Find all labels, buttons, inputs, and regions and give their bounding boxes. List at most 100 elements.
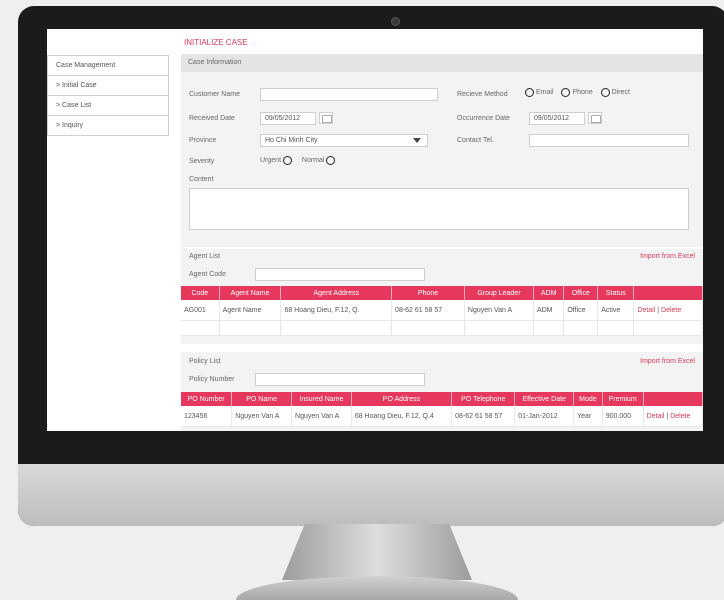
severity-group: Urgent Normal (260, 156, 343, 165)
agent-leader-cell: Nguyen Van A (464, 300, 534, 321)
policy-number-label: Policy Number (189, 376, 235, 383)
radio-icon (282, 156, 292, 165)
case-information-section: Case Information Customer Name Recieve M… (181, 54, 703, 247)
table-row: 123456 Nguyen Van A Nguyen Van A 68 Hoan… (181, 406, 703, 427)
action-separator: | (666, 412, 669, 420)
table-row: AG001 Agent Name 68 Hoang Dieu, F.12, Q.… (181, 300, 703, 321)
column-header: PO Number (181, 392, 233, 406)
column-header: Mode (573, 392, 603, 406)
received-date-input[interactable]: 09/05/2012 (260, 112, 316, 125)
agent-list-heading: Agent List (189, 253, 221, 260)
column-header: Status (597, 286, 635, 300)
contact-tel-input[interactable] (529, 134, 689, 147)
table-header-row: PO Number PO Name Insured Name PO Addres… (181, 392, 703, 406)
sidebar-item-case-list[interactable]: > Case List (47, 96, 169, 116)
column-header: Office (563, 286, 599, 300)
radio-icon (525, 88, 534, 97)
section-heading: Case Information (181, 54, 703, 72)
province-value: Ho Chi Minh City (265, 137, 318, 144)
receive-email-option[interactable]: Email (525, 88, 554, 97)
radio-icon (600, 88, 610, 97)
content-textarea[interactable] (189, 188, 689, 230)
column-header: PO Telephone (451, 392, 516, 406)
agent-actions-cell: Detail | Delete (633, 300, 703, 321)
received-date-label: Received Date (189, 115, 235, 122)
agent-address-cell: 68 Hoang Dieu, F.12, Q. (280, 300, 393, 321)
policy-number-input[interactable] (255, 373, 425, 386)
page-title: INITIALIZE CASE (184, 38, 248, 47)
agent-name-cell: Agent Name (219, 300, 282, 321)
column-header (643, 392, 703, 406)
column-header: Agent Name (219, 286, 282, 300)
radio-icon (326, 156, 336, 165)
policy-import-excel-link[interactable]: Import from Excel (640, 358, 695, 365)
customer-name-input[interactable] (260, 88, 438, 101)
bezel (18, 434, 724, 464)
detail-link[interactable]: Detail (637, 307, 655, 314)
insured-name-cell: Nguyen Van A (291, 406, 352, 427)
agent-code-label: Agent Code (189, 271, 226, 278)
table-row (181, 320, 703, 336)
po-name-cell: Nguyen Van A (231, 406, 293, 427)
chevron-down-icon (413, 138, 421, 143)
customer-name-label: Customer Name (189, 91, 240, 98)
column-header (633, 286, 703, 300)
agent-adm-cell: ADM (533, 300, 565, 321)
sidebar: Case Management > Initial Case > Case Li… (47, 55, 169, 136)
occurrence-date-label: Occurrence Date (457, 115, 510, 122)
agent-code-cell: AG001 (181, 300, 220, 321)
radio-icon (561, 88, 571, 97)
sidebar-item-case-management[interactable]: Case Management (47, 55, 169, 76)
occurrence-date-input[interactable]: 09/05/2012 (529, 112, 585, 125)
sidebar-item-inquiry[interactable]: > Inquiry (47, 116, 169, 136)
severity-urgent-option[interactable]: Urgent (260, 156, 294, 165)
column-header: Group Leader (464, 286, 534, 300)
action-separator: | (657, 306, 660, 314)
column-header: ADM (533, 286, 565, 300)
detail-link[interactable]: Detail (647, 413, 665, 420)
contact-tel-label: Contact Tel. (457, 137, 494, 144)
po-number-cell: 123456 (181, 406, 233, 427)
province-select[interactable]: Ho Chi Minh City (260, 134, 428, 147)
policy-actions-cell: Detail | Delete (643, 406, 703, 427)
delete-link[interactable]: Delete (670, 413, 690, 420)
column-header: Effective Date (514, 392, 575, 406)
column-header: Insured Name (291, 392, 352, 406)
receive-phone-option[interactable]: Phone (561, 88, 593, 97)
receive-direct-option[interactable]: Direct (600, 88, 630, 97)
agent-code-input[interactable] (255, 268, 425, 281)
app-screen: INITIALIZE CASE Case Management > Initia… (47, 29, 703, 431)
column-header: Agent Address (280, 286, 393, 300)
policy-table: PO Number PO Name Insured Name PO Addres… (181, 392, 703, 427)
mode-cell: Year (573, 406, 603, 427)
sidebar-item-initial-case[interactable]: > Initial Case (47, 76, 169, 96)
province-label: Province (189, 137, 217, 144)
policy-list-heading: Policy List (189, 358, 221, 365)
monitor-stand (282, 524, 472, 580)
po-telephone-cell: 08-62 61 58 57 (451, 406, 516, 427)
column-header: Premium (602, 392, 644, 406)
column-header: Code (181, 286, 220, 300)
receive-method-label: Recieve Method (457, 91, 508, 98)
monitor-chin (18, 464, 724, 526)
severity-label: Severity (189, 158, 215, 165)
camera-icon (391, 17, 400, 26)
agent-phone-cell: 08-62 61 58 57 (391, 300, 465, 321)
agent-table: Code Agent Name Agent Address Phone Grou… (181, 286, 703, 336)
agent-list-section: Agent List Import from Excel Agent Code … (181, 249, 703, 344)
calendar-icon[interactable] (588, 112, 602, 124)
agent-status-cell: Active (597, 300, 635, 321)
column-header: PO Address (351, 392, 453, 406)
agent-office-cell: Office (563, 300, 599, 321)
receive-method-group: Email Phone Direct (525, 88, 636, 97)
severity-normal-option[interactable]: Normal (302, 156, 338, 165)
policy-list-section: Policy List Import from Excel Policy Num… (181, 352, 703, 431)
column-header: PO Name (231, 392, 293, 406)
table-header-row: Code Agent Name Agent Address Phone Grou… (181, 286, 703, 300)
po-address-cell: 68 Hoang Dieu, F.12, Q.4 (351, 406, 453, 427)
calendar-icon[interactable] (319, 112, 333, 124)
agent-import-excel-link[interactable]: Import from Excel (640, 253, 695, 260)
column-header: Phone (391, 286, 465, 300)
effective-date-cell: 01-Jan-2012 (514, 406, 575, 427)
delete-link[interactable]: Delete (661, 307, 681, 314)
